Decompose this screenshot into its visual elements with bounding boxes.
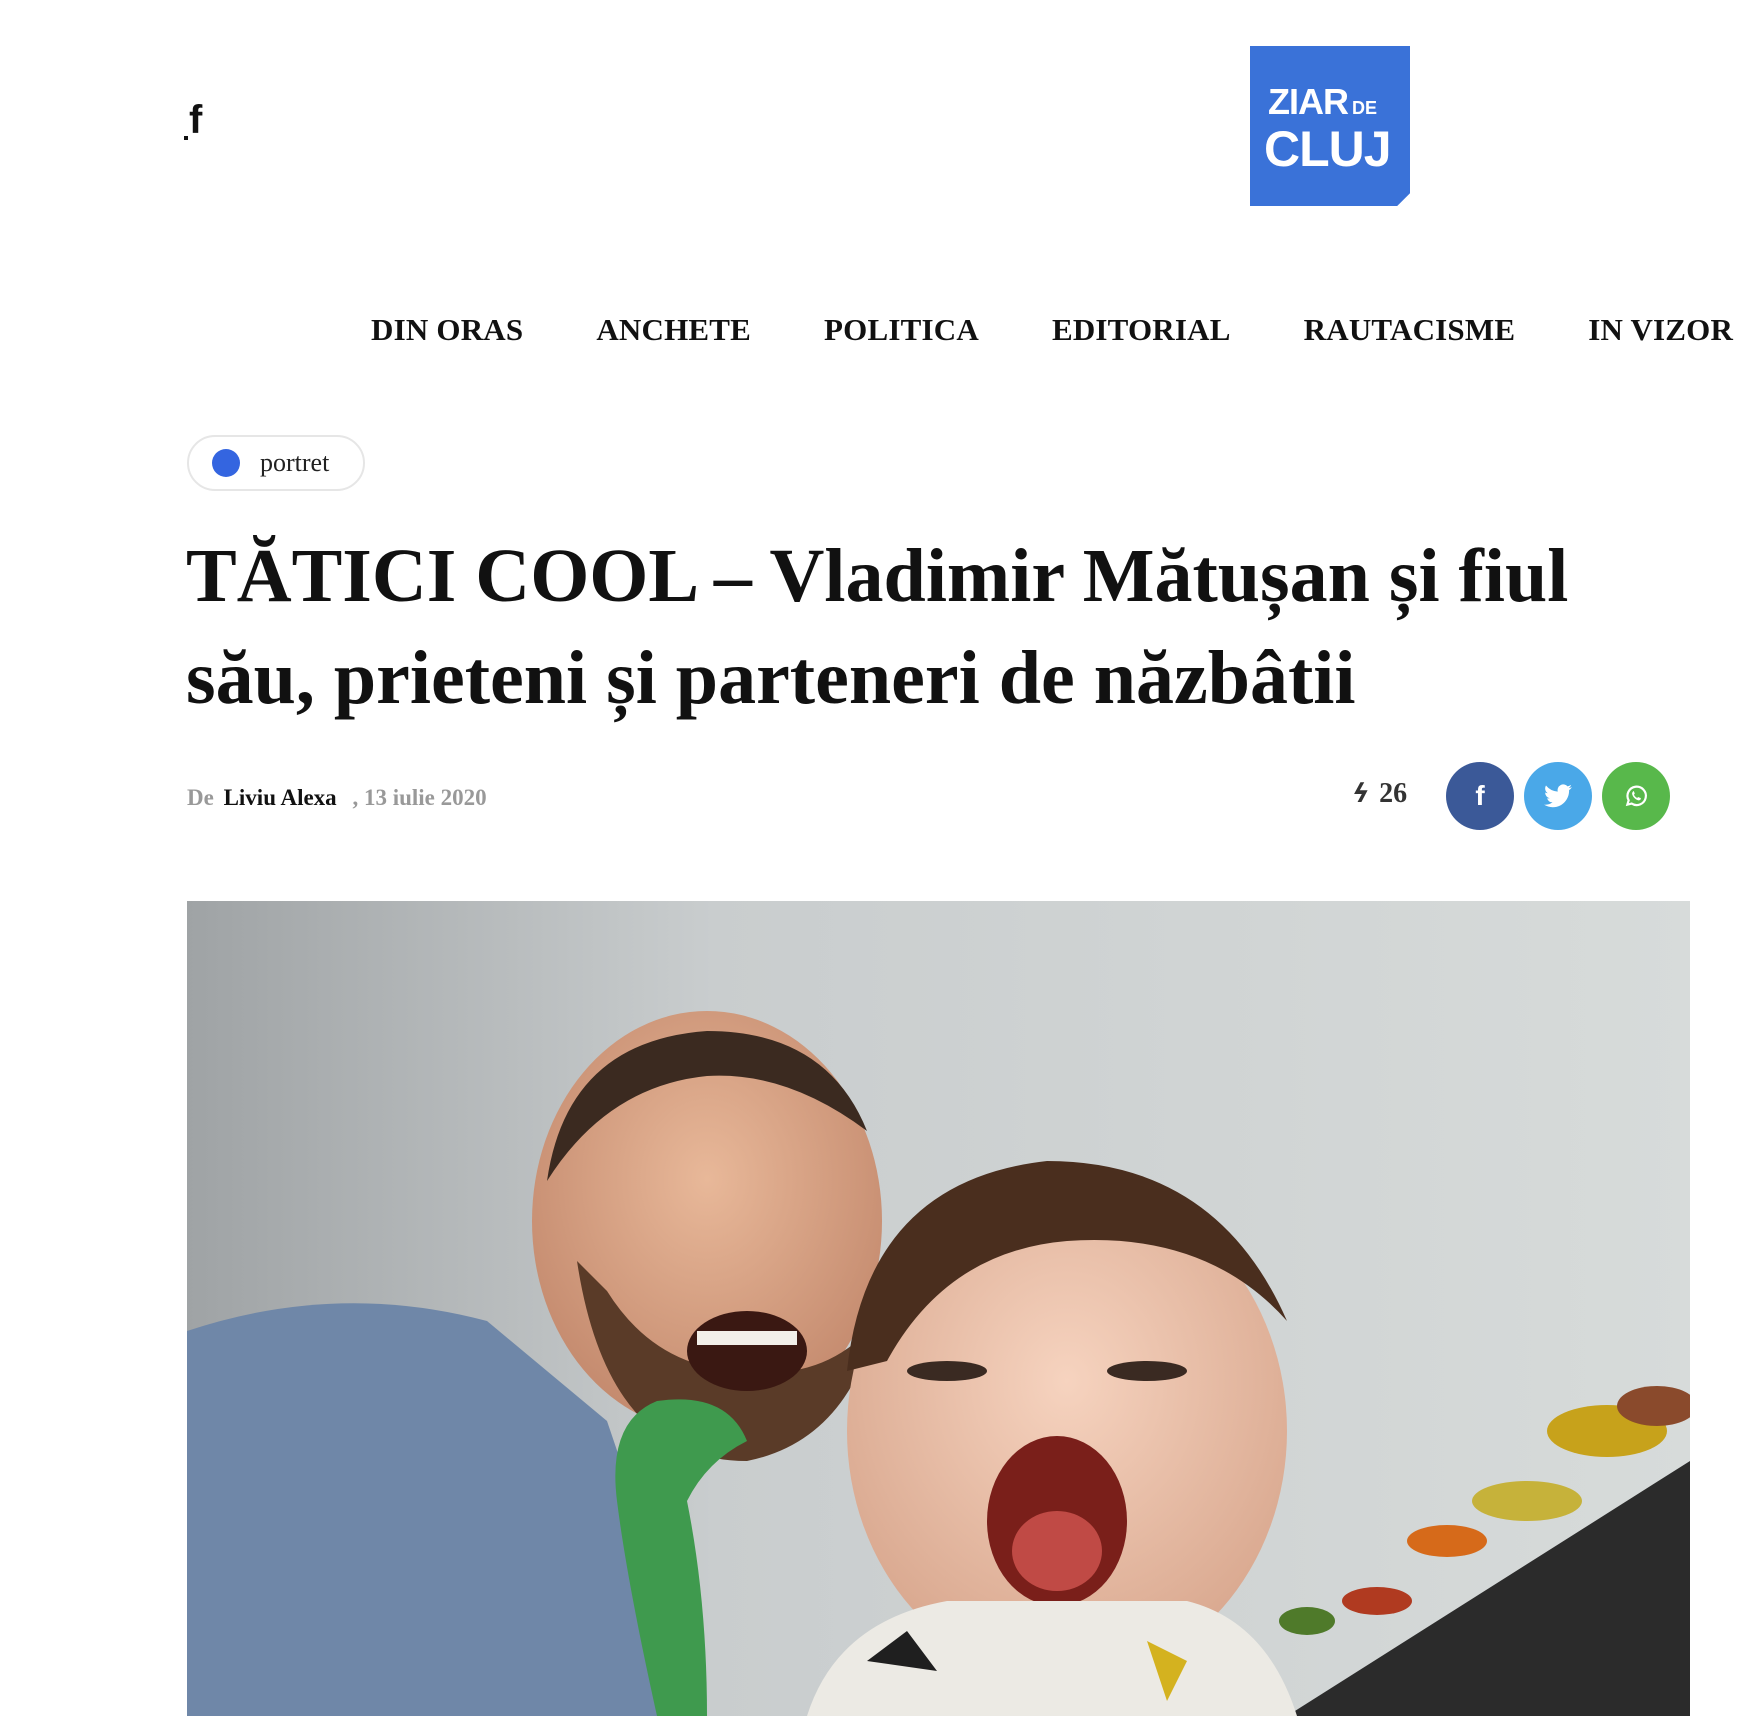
bolt-icon: ϟ [1348, 779, 1373, 809]
page: f ZIAR DE CLUJ DIN ORAS ANCHETE POLITICA … [0, 0, 1762, 1716]
logo-line2: CLUJ [1264, 121, 1392, 177]
share-twitter-button[interactable] [1524, 762, 1592, 830]
category-dot-icon [212, 449, 240, 477]
logo-line1: ZIAR DE [1268, 84, 1377, 120]
facebook-icon: f [1475, 780, 1485, 811]
share-whatsapp-button[interactable] [1602, 762, 1670, 830]
twitter-icon [1544, 784, 1572, 808]
author-link[interactable]: Liviu Alexa [224, 785, 337, 810]
facebook-glyph: f [189, 98, 203, 142]
logo-word-de: DE [1352, 98, 1378, 118]
share-count: 26 [1379, 778, 1408, 809]
main-nav: DIN ORAS ANCHETE POLITICA EDITORIAL RAUT… [371, 312, 1762, 348]
article-date: , 13 iulie 2020 [352, 785, 487, 810]
facebook-icon[interactable]: f [184, 100, 202, 140]
article-title: TĂTICI COOL – Vladimir Mătușan și fiul s… [186, 534, 1569, 720]
nav-item-anchete[interactable]: ANCHETE [596, 312, 751, 348]
nav-item-rautacisme[interactable]: RAUTACISME [1304, 312, 1516, 348]
nav-item-din-oras[interactable]: DIN ORAS [371, 312, 523, 348]
nav-item-in-vizor[interactable]: IN VIZOR [1588, 312, 1733, 348]
article-meta: De Liviu Alexa , 13 iulie 2020 [187, 785, 487, 811]
facebook-icon-dot [184, 136, 188, 140]
category-label: portret [260, 448, 330, 477]
by-prefix: De [187, 785, 214, 810]
share-counter: ϟ 26 [1348, 778, 1408, 810]
logo-word-ziar: ZIAR [1268, 81, 1349, 122]
hero-photo [187, 901, 1690, 1716]
article-hero-image [187, 901, 1690, 1716]
category-pill[interactable]: portret [187, 435, 365, 491]
site-logo[interactable]: ZIAR DE CLUJ [1250, 46, 1410, 206]
nav-item-politica[interactable]: POLITICA [824, 312, 979, 348]
nav-item-editorial[interactable]: EDITORIAL [1052, 312, 1231, 348]
share-facebook-button[interactable]: f [1446, 762, 1514, 830]
whatsapp-icon [1625, 785, 1647, 807]
